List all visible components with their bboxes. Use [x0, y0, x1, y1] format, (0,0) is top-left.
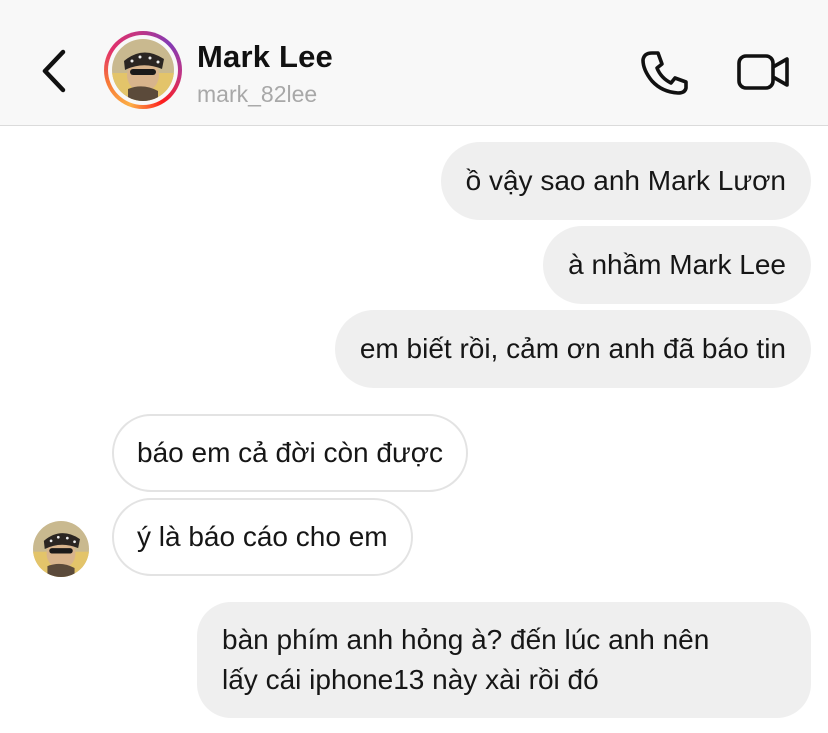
contact-name[interactable]: Mark Lee — [197, 39, 333, 75]
message-bubble-outgoing[interactable]: em biết rồi, cảm ơn anh đã báo tin — [334, 310, 811, 388]
video-call-button[interactable] — [736, 52, 790, 92]
message-bubble-outgoing[interactable]: ồ vậy sao anh Mark Lươn — [440, 142, 811, 220]
message-line: bàn phím anh hỏng à? đến lúc anh nên — [222, 624, 710, 655]
chat-header: Mark Lee mark_82lee — [0, 0, 828, 126]
message-bubble-incoming[interactable]: báo em cả đời còn được — [112, 414, 469, 492]
message-line: lấy cái iphone13 này xài rồi đó — [222, 664, 599, 695]
contact-username[interactable]: mark_82lee — [197, 81, 317, 108]
video-camera-icon — [737, 54, 789, 90]
back-button[interactable] — [34, 48, 74, 94]
avatar[interactable] — [112, 39, 174, 101]
sender-avatar[interactable] — [33, 521, 89, 577]
message-bubble-outgoing[interactable]: bàn phím anh hỏng à? đến lúc anh nên lấy… — [197, 602, 811, 718]
profile-photo — [33, 521, 89, 577]
voice-call-button[interactable] — [638, 48, 690, 96]
phone-icon — [641, 51, 688, 95]
story-ring[interactable] — [104, 31, 182, 109]
message-bubble-outgoing[interactable]: à nhầm Mark Lee — [543, 226, 811, 304]
chat-screen: Mark Lee mark_82lee ồ vậy sao anh Mark L… — [0, 0, 828, 733]
profile-photo — [112, 39, 174, 101]
message-bubble-incoming[interactable]: ý là báo cáo cho em — [112, 498, 413, 576]
chevron-left-icon — [42, 49, 66, 93]
